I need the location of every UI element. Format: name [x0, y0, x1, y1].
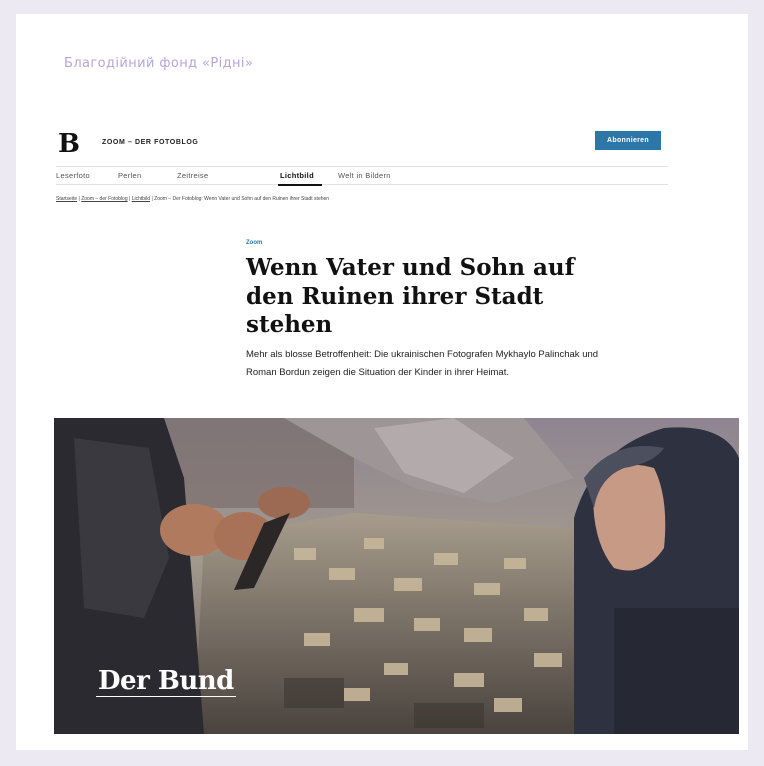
nav-item-lichtbild[interactable]: Lichtbild	[280, 171, 314, 180]
subscribe-button[interactable]: Abonnieren	[595, 131, 661, 150]
logo-icon[interactable]: B	[56, 128, 82, 159]
breadcrumb-item-lichtbild[interactable]: Lichtbild	[132, 196, 150, 202]
breadcrumb-item-current: Zoom – Der Fotoblog: Wenn Vater und Sohn…	[154, 196, 330, 202]
nav-item-leserfoto[interactable]: Leserfoto	[56, 171, 90, 180]
breadcrumb-item-start[interactable]: Startseite	[56, 196, 77, 202]
nav-item-welt-in-bildern[interactable]: Welt in Bildern	[338, 171, 391, 180]
active-tab-indicator	[278, 184, 322, 186]
foundation-title: Благодійний фонд «Рідні»	[64, 56, 254, 71]
section-nav: Leserfoto Perlen Zeitreise Lichtbild Wel…	[56, 166, 668, 186]
article-lead: Mehr als blosse Betroffenheit: Die ukrai…	[246, 349, 599, 378]
nav-item-perlen[interactable]: Perlen	[118, 171, 141, 180]
article-category[interactable]: Zoom	[246, 240, 262, 246]
breadcrumb-item-blog[interactable]: Zoom – der Fotoblog	[81, 196, 127, 202]
blog-name[interactable]: ZOOM – DER FOTOBLOG	[102, 139, 198, 146]
article-headline: Wenn Vater und Sohn auf den Ruinen ihrer…	[246, 254, 575, 338]
der-bund-logo: Der Bund	[96, 666, 236, 697]
nav-item-zeitreise[interactable]: Zeitreise	[177, 171, 208, 180]
breadcrumb: Startseite | Zoom – der Fotoblog | Licht…	[56, 196, 329, 202]
svg-text:B: B	[58, 129, 80, 156]
